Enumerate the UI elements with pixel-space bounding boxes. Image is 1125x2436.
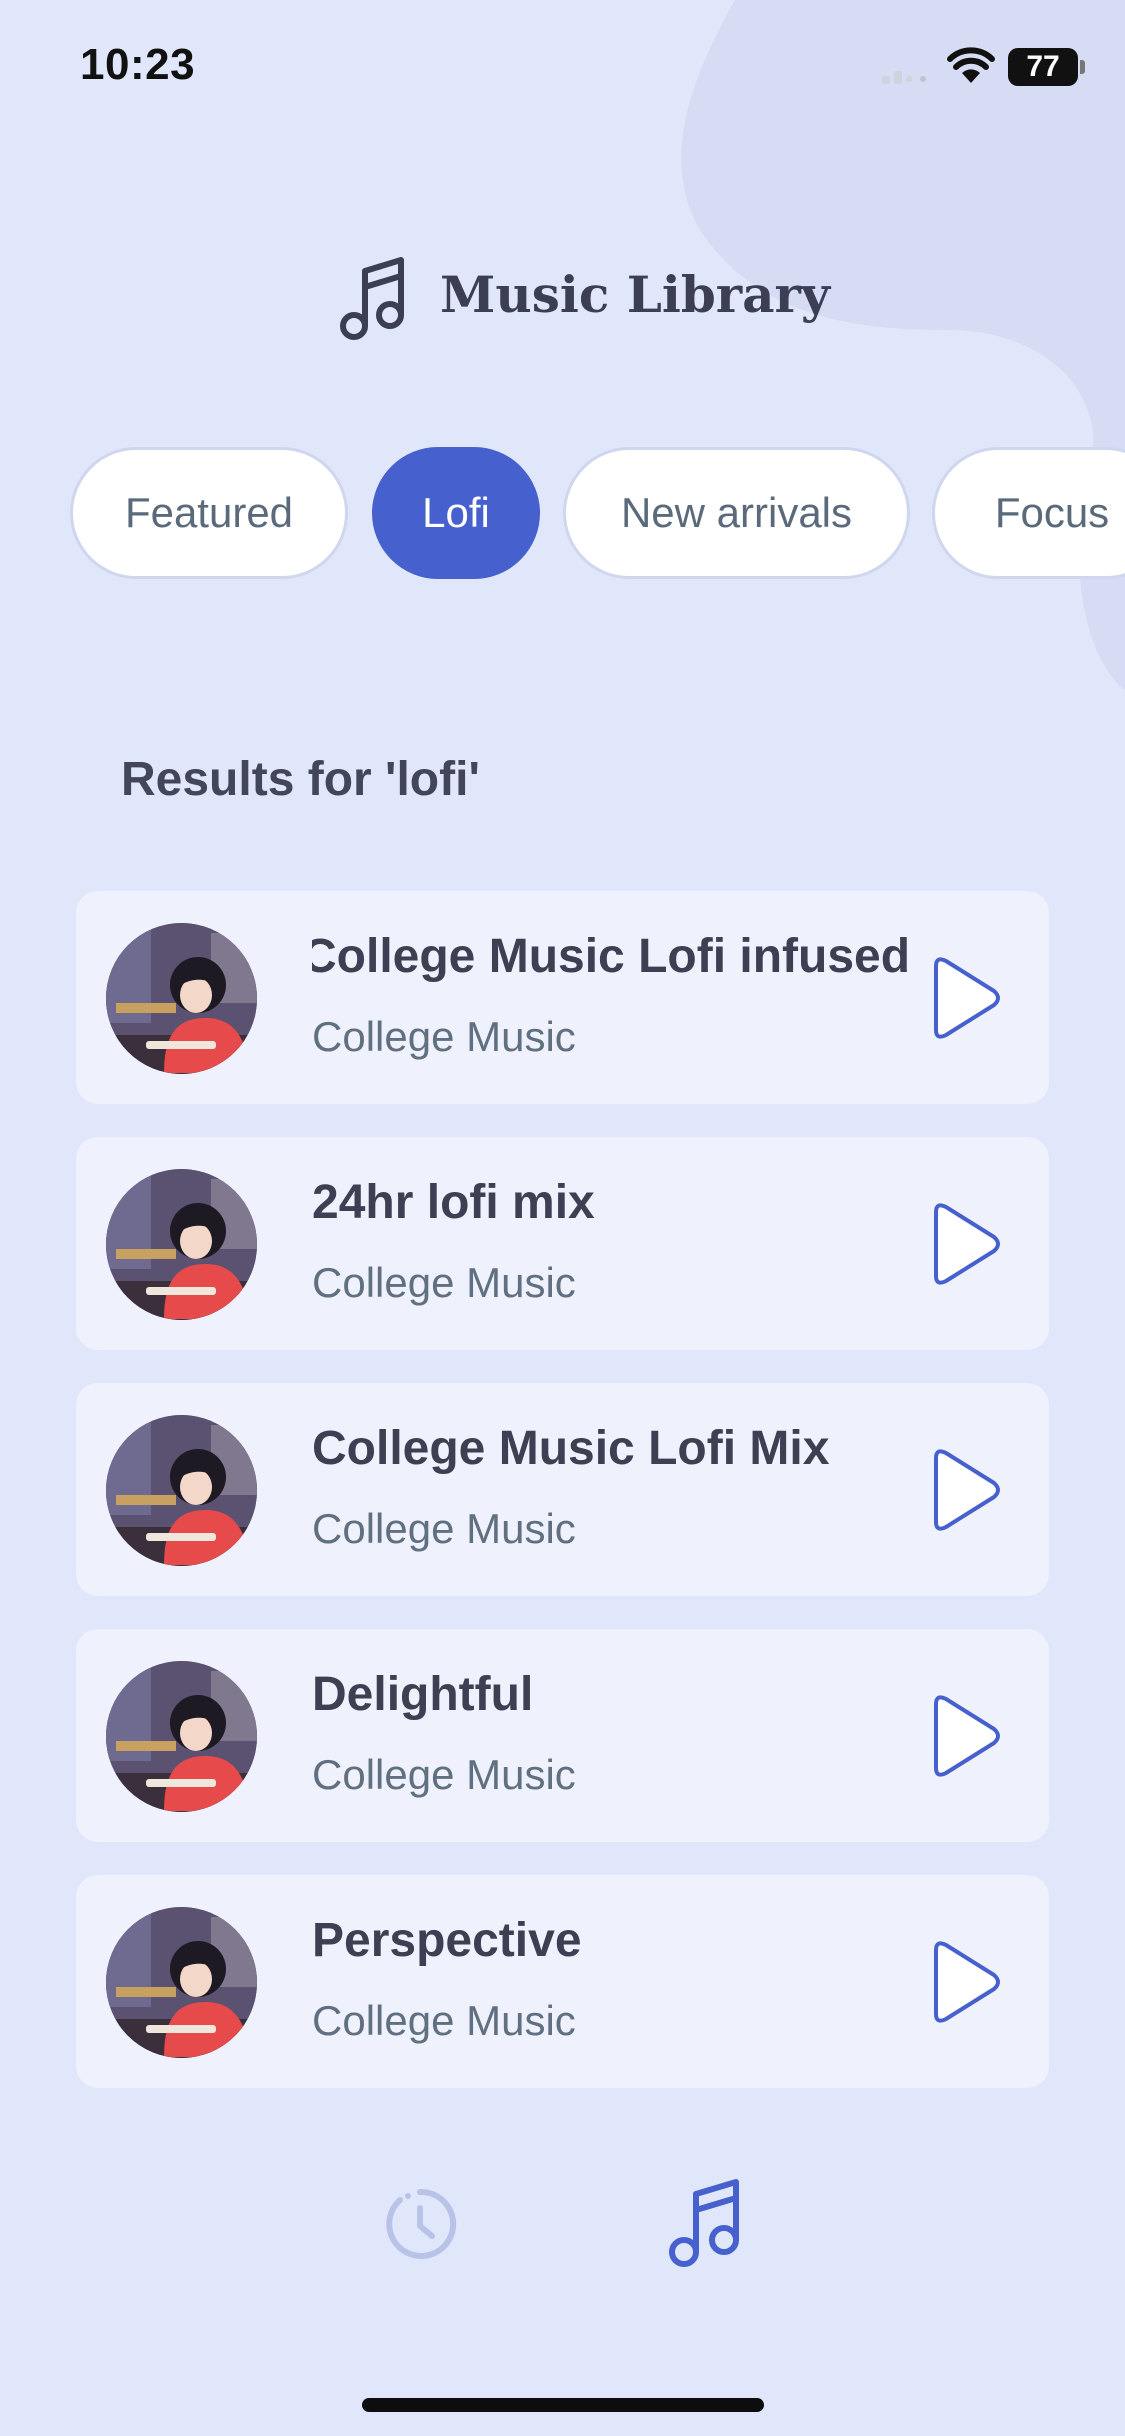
track-title: College Music Lofi infused [312, 930, 911, 983]
wifi-icon [947, 47, 995, 83]
chip-new-arrivals[interactable]: New arrivals [563, 447, 910, 579]
track-title: Perspective [312, 1914, 582, 1967]
chip-focus[interactable]: Focus [932, 447, 1125, 579]
bottom-nav [0, 2170, 1125, 2300]
album-cover [106, 1169, 257, 1320]
history-clock-icon[interactable] [378, 2182, 462, 2266]
play-icon[interactable] [906, 946, 1016, 1051]
play-icon[interactable] [906, 1438, 1016, 1543]
track-artist: College Music [312, 1997, 576, 2044]
track-row[interactable]: Perspective College Music [76, 1875, 1049, 2088]
album-cover [106, 1907, 257, 2058]
page-title: Music Library [440, 265, 830, 324]
battery-tip [1080, 60, 1085, 74]
play-icon[interactable] [906, 1192, 1016, 1297]
track-artist: College Music [312, 1505, 576, 1552]
album-cover [106, 923, 257, 1074]
track-title: 24hr lofi mix [312, 1176, 595, 1229]
status-time: 10:23 [80, 40, 196, 89]
album-cover [106, 1661, 257, 1812]
filter-chips: Featured Lofi New arrivals Focus [0, 447, 1125, 583]
play-icon[interactable] [906, 1684, 1016, 1789]
track-title: Delightful [312, 1668, 534, 1721]
track-title: College Music Lofi Mix [312, 1422, 830, 1475]
home-indicator [362, 2398, 764, 2412]
chip-featured[interactable]: Featured [70, 447, 348, 579]
track-row[interactable]: Delightful College Music [76, 1629, 1049, 1842]
music-note-icon [340, 257, 404, 340]
track-row[interactable]: College Music Lofi infused College Music [76, 891, 1049, 1104]
track-artist: College Music [312, 1259, 576, 1306]
music-note-icon[interactable] [664, 2174, 748, 2270]
track-row[interactable]: 24hr lofi mix College Music [76, 1137, 1049, 1350]
play-icon[interactable] [906, 1930, 1016, 2035]
cellular-signal-icon [882, 71, 926, 84]
battery-indicator: 77 [1008, 48, 1078, 86]
track-row[interactable]: College Music Lofi Mix College Music [76, 1383, 1049, 1596]
results-heading: Results for 'lofi' [121, 753, 480, 806]
page-header: Music Library [0, 250, 1125, 350]
track-artist: College Music [312, 1751, 576, 1798]
album-cover [106, 1415, 257, 1566]
chip-lofi[interactable]: Lofi [372, 447, 540, 579]
status-bar: 10:23 77 [0, 0, 1125, 135]
track-artist: College Music [312, 1013, 576, 1060]
